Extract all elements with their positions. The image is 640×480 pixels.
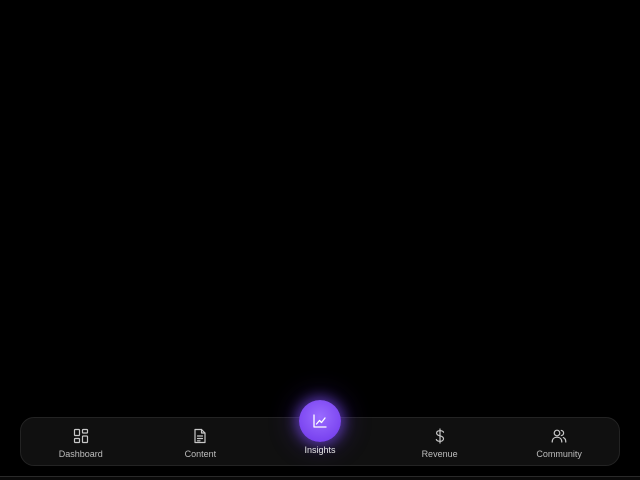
dollar-icon	[432, 428, 448, 444]
nav-item-dashboard[interactable]: Dashboard	[21, 418, 141, 465]
bottom-navigation-bar: Dashboard Content Insights Revenue Commu…	[20, 400, 620, 466]
nav-item-revenue[interactable]: Revenue	[380, 418, 500, 465]
nav-label-community: Community	[536, 449, 582, 459]
grid-icon	[73, 428, 89, 444]
line-chart-icon	[312, 413, 328, 429]
nav-item-content[interactable]: Content	[141, 418, 261, 465]
bottom-edge-divider	[0, 476, 640, 480]
users-icon	[551, 428, 567, 444]
app-screen: Dashboard Content Insights Revenue Commu…	[0, 0, 640, 480]
nav-item-insights[interactable]: Insights	[260, 400, 380, 465]
nav-label-revenue: Revenue	[421, 449, 458, 459]
nav-label-insights: Insights	[304, 445, 336, 455]
main-content-area	[0, 0, 640, 410]
nav-item-community[interactable]: Community	[499, 418, 619, 465]
document-icon	[192, 428, 208, 444]
insights-fab-button[interactable]	[298, 400, 341, 442]
nav-label-dashboard: Dashboard	[58, 449, 103, 459]
nav-label-content: Content	[184, 449, 217, 459]
